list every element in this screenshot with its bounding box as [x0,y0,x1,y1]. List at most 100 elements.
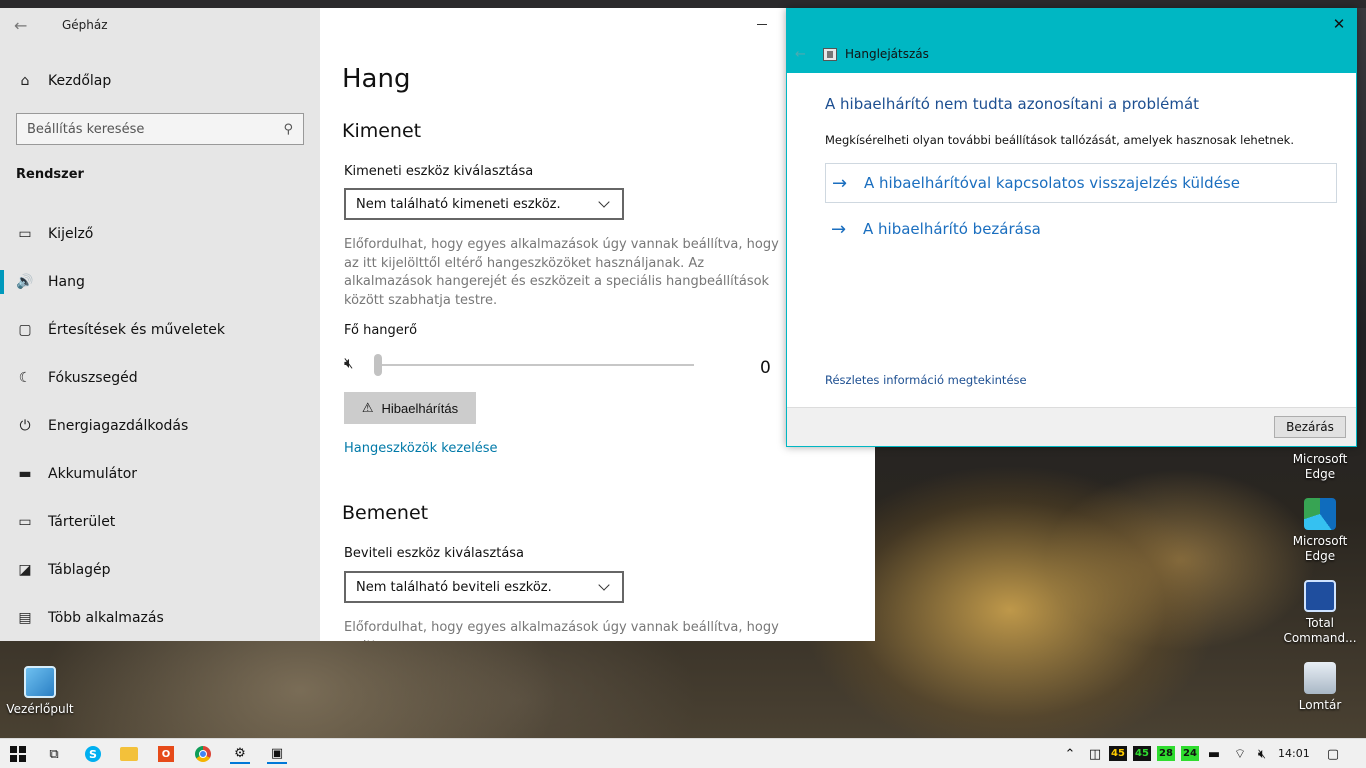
desktop-icon-edge-1[interactable]: Microsoft Edge [1282,452,1358,482]
skype-icon[interactable]: S [85,746,101,762]
file-explorer-icon[interactable] [120,747,138,761]
sidebar-item-label: Tárterület [48,514,116,530]
storage-icon: ▭ [18,514,32,530]
chevron-down-icon [598,196,610,208]
settings-gear-icon[interactable]: ⚙ [230,744,250,764]
desktop-icon-label: Vezérlőpult [6,702,74,716]
section-label: Rendszer [16,167,84,182]
output-device-label: Kimeneti eszköz kiválasztása [344,164,534,179]
output-description: Előfordulhat, hogy egyes alkalmazások úg… [344,237,779,308]
page-title: Hang [342,64,411,94]
desktop-icon-label: Lomtár [1298,698,1342,712]
sidebar-item-akkumulator[interactable]: ▬ Akkumulátor [0,450,320,498]
desktop-icon-recycle-bin[interactable]: Lomtár [1282,662,1358,713]
back-arrow-icon[interactable]: ← [795,47,806,62]
search-input[interactable] [27,121,267,137]
sidebar-item-tarterulet[interactable]: ▭ Tárterület [0,498,320,546]
desktop-icon-control-panel[interactable]: Vezérlőpult [2,666,78,717]
send-feedback-option[interactable]: → A hibaelhárítóval kapcsolatos visszaje… [825,163,1337,203]
sidebar-item-tobb-alkalmazas[interactable]: ▤ Több alkalmazás [0,594,320,642]
details-link[interactable]: Részletes információ megtekintése [825,373,1027,387]
sidebar-item-label: Fókuszsegéd [48,370,138,386]
sidebar-item-fokuszseged[interactable]: ☾ Fókuszsegéd [0,354,320,402]
troubleshooter-dialog: ✕ ← Hanglejátszás A hibaelhárító nem tud… [786,8,1357,447]
input-device-dropdown[interactable]: Nem található beviteli eszköz. [344,571,624,603]
muted-speaker-icon[interactable]: 🔇︎ [344,354,353,372]
task-view-icon[interactable]: ⧉ [44,744,64,764]
desktop-icon-label: Microsoft Edge [1292,534,1348,563]
recycle-bin-icon [1304,662,1336,694]
volume-value: 0 [760,358,771,378]
tray-badge-3[interactable]: 28 [1157,746,1175,761]
sidebar-item-energiagazdalkodas[interactable]: ⏻ Energiagazdálkodás [0,402,320,450]
slider-track[interactable] [376,364,694,366]
dialog-subtext: Megkísérelheti olyan további beállítások… [825,133,1294,147]
master-volume-label: Fő hangerő [344,323,418,338]
desktop-icon-edge-2[interactable]: Microsoft Edge [1282,498,1358,564]
wifi-icon[interactable]: ⌔ [1230,744,1250,764]
back-arrow-icon[interactable]: ← [14,16,34,36]
home-link[interactable]: ⌂ Kezdőlap [16,72,112,90]
sidebar-item-label: Táblagép [48,562,111,578]
tray-badge-1[interactable]: 45 [1109,746,1127,761]
multitask-icon: ▤ [18,610,32,626]
close-icon[interactable]: ✕ [1328,13,1350,35]
windows-logo-icon [10,746,26,762]
start-button[interactable] [8,744,28,764]
search-box[interactable]: ⚲ [16,113,304,145]
output-heading: Kimenet [342,120,422,142]
dialog-footer: Bezárás [787,407,1356,446]
chevron-down-icon [598,579,610,591]
office-icon[interactable]: O [158,746,174,762]
window-title: Gépház [62,18,108,32]
option-label: A hibaelhárítóval kapcsolatos visszajelz… [864,174,1240,192]
slider-thumb[interactable] [374,354,382,376]
sidebar-item-label: Hang [48,274,85,290]
troubleshoot-label: Hibaelhárítás [381,400,459,416]
battery-icon[interactable]: ▬ [1204,744,1224,764]
sidebar-item-label: Értesítések és műveletek [48,322,225,338]
desktop-icon-label: Total Command... [1283,616,1357,645]
troubleshooter-taskbar-icon[interactable]: ▣ [267,744,287,764]
close-troubleshooter-option[interactable]: → A hibaelhárító bezárása [825,209,1337,249]
troubleshoot-button[interactable]: ⚠ Hibaelhárítás [344,392,476,424]
tray-badge-4[interactable]: 24 [1181,746,1199,761]
meet-now-icon[interactable]: ◫ [1085,744,1105,764]
tray-badge-2[interactable]: 45 [1133,746,1151,761]
minimize-button[interactable] [755,16,769,30]
troubleshooter-app-icon [823,48,837,61]
arrow-right-icon: → [831,218,847,240]
output-device-value: Nem található kimeneti eszköz. [356,196,561,212]
manage-sound-devices-link[interactable]: Hangeszközök kezelése [344,441,498,456]
control-panel-icon [24,666,56,698]
desktop-icon-total-commander[interactable]: Total Command... [1282,580,1358,646]
desktop-icon-label: Microsoft Edge [1292,452,1348,481]
chevron-up-icon[interactable]: ⌃ [1060,744,1080,764]
dialog-app-title: Hanglejátszás [845,47,929,61]
moon-icon: ☾ [18,370,32,386]
sidebar-item-label: Kijelző [48,226,94,242]
notification-center-icon[interactable]: ▢ [1323,744,1343,764]
notification-icon: ▢ [18,322,32,338]
sidebar-item-hang[interactable]: 🔊 Hang [0,258,320,306]
sidebar-item-kijelzo[interactable]: ▭ Kijelző [0,210,320,258]
master-volume-slider[interactable]: 🔇︎ [344,354,784,376]
option-label: A hibaelhárító bezárása [863,220,1041,238]
home-label: Kezdőlap [48,73,112,89]
chrome-icon[interactable] [195,746,211,762]
sidebar-item-tablagep[interactable]: ◪ Táblagép [0,546,320,594]
search-icon[interactable]: ⚲ [283,122,293,137]
close-button[interactable]: Bezárás [1274,416,1346,438]
sidebar-item-label: Energiagazdálkodás [48,418,189,434]
home-icon: ⌂ [20,73,30,89]
total-commander-icon [1304,580,1336,612]
clock[interactable]: 14:01 [1278,747,1310,760]
volume-muted-icon[interactable]: 🔇︎ [1252,744,1272,764]
power-icon: ⏻ [19,418,31,434]
monitor-icon: ▭ [18,226,32,242]
sidebar-item-ertesitesek[interactable]: ▢ Értesítések és műveletek [0,306,320,354]
battery-icon: ▬ [18,466,32,482]
sidebar-nav: ▭ Kijelző 🔊 Hang ▢ Értesítések és művele… [0,210,320,642]
output-device-dropdown[interactable]: Nem található kimeneti eszköz. [344,188,624,220]
warning-icon: ⚠ [361,400,374,415]
